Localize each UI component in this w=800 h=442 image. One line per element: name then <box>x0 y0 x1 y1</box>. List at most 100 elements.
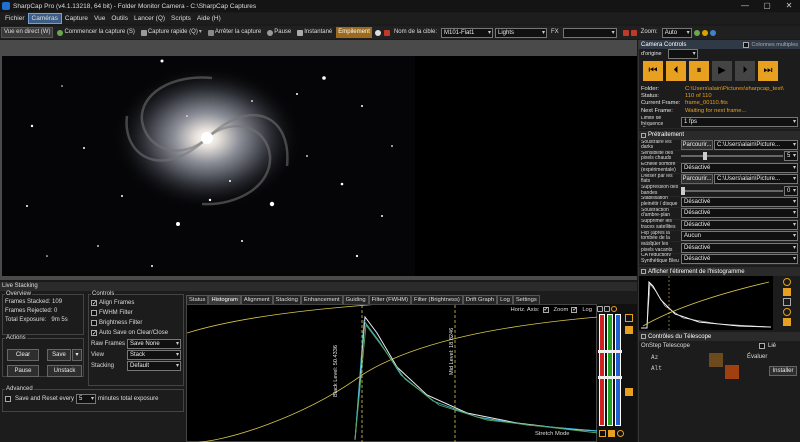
multi-columns-checkbox[interactable] <box>742 41 749 48</box>
histogram-tool-icon[interactable] <box>622 29 629 36</box>
stretch-save-icon[interactable] <box>782 318 791 327</box>
tool-icon[interactable] <box>630 29 637 36</box>
menu-file[interactable]: Fichier <box>2 13 28 24</box>
save-options-icon[interactable]: ▾ <box>72 349 82 361</box>
tab-guiding[interactable]: Guiding <box>342 295 369 304</box>
histogram-grid-icon[interactable] <box>604 306 610 312</box>
menu-view[interactable]: Vue <box>91 13 108 24</box>
stretch-lock-icon[interactable] <box>782 298 791 307</box>
menu-cameras[interactable]: Caméras <box>27 13 62 24</box>
tab-enhancement[interactable]: Enhancement <box>300 295 343 304</box>
play-icon[interactable]: ▶ <box>712 61 732 81</box>
clear-button[interactable]: Clear <box>7 349 39 361</box>
close-icon[interactable]: ✕ <box>778 0 800 12</box>
raw-frames-select[interactable]: Save None <box>127 339 181 349</box>
color-balance-icon[interactable] <box>625 326 633 334</box>
stretch-undo-icon[interactable] <box>782 308 791 317</box>
darks-path-select[interactable]: C:\Users\alain\Picture... <box>714 140 798 150</box>
brightness-filter-checkbox[interactable] <box>91 320 97 326</box>
pause-button[interactable]: Pause <box>265 27 293 38</box>
last-frame-icon[interactable]: ⏭ <box>758 61 778 81</box>
maximize-icon[interactable]: ▢ <box>756 0 778 12</box>
black-level-handle[interactable] <box>598 376 622 379</box>
collapse-icon[interactable] <box>641 334 646 340</box>
red-channel-slider[interactable] <box>599 314 605 426</box>
target-name-select[interactable]: M101-Flat1 <box>441 27 493 38</box>
telescope-linked-checkbox[interactable] <box>759 343 765 350</box>
browse-flats-button[interactable]: Parcourir... <box>681 174 713 185</box>
view-select[interactable]: Stack <box>127 350 181 360</box>
banding-value[interactable]: 0 <box>784 185 798 196</box>
pause-stacking-button[interactable]: Pause <box>7 365 39 377</box>
next-frame-icon[interactable]: ⏵ <box>735 61 755 81</box>
tab-stacking[interactable]: Stacking <box>272 295 301 304</box>
green-tool-icon[interactable] <box>693 29 700 36</box>
yellow-tool-icon[interactable] <box>701 29 708 36</box>
snapshot-button[interactable]: Instantané <box>295 27 334 38</box>
stretch-reset-icon[interactable] <box>782 278 791 287</box>
tab-settings[interactable]: Settings <box>512 295 540 304</box>
ca-reduction-select[interactable]: Désactivé <box>681 253 798 264</box>
histogram-reset-icon[interactable] <box>611 306 617 312</box>
live-view-button[interactable]: Vue en direct (W) <box>1 27 54 38</box>
hot-pixel-value[interactable]: 5 <box>784 151 798 162</box>
hot-pixel-slider[interactable] <box>681 152 783 161</box>
save-reset-checkbox[interactable] <box>5 396 11 402</box>
stabilisation-select[interactable]: Désactivé <box>681 196 798 207</box>
fx-select[interactable] <box>562 27 617 38</box>
stacking-select[interactable]: Default <box>127 361 181 371</box>
auto-stretch-icon[interactable] <box>625 388 633 396</box>
tab-status[interactable]: Status <box>186 295 209 304</box>
menu-scripts[interactable]: Scripts <box>168 13 194 24</box>
start-capture-button[interactable]: Commencer la capture (S) <box>55 27 136 38</box>
star-icon[interactable] <box>608 430 615 437</box>
move-icon[interactable] <box>599 430 606 437</box>
save-reset-minutes[interactable]: 5 <box>76 394 97 404</box>
fwhm-filter-checkbox[interactable] <box>91 310 97 316</box>
tab-drift-graph[interactable]: Drift Graph <box>462 295 498 304</box>
tab-filter-fwhm[interactable]: Filter (FWHM) <box>368 295 412 304</box>
previous-frame-icon[interactable]: ⏴ <box>666 61 686 81</box>
histogram-chart[interactable]: Horiz. Axis: Zoom Log Black Level: 50.43… <box>186 292 599 442</box>
slew-right-icon[interactable] <box>725 365 739 380</box>
histogram-settings-icon[interactable] <box>597 306 603 312</box>
refresh-icon[interactable] <box>617 430 624 437</box>
flip-select[interactable]: Aucun <box>681 231 798 242</box>
tab-filter-brightness[interactable]: Filter (Brightness) <box>411 295 463 304</box>
blue-channel-slider[interactable] <box>615 314 621 426</box>
frame-type-select[interactable]: Lights <box>495 27 547 38</box>
image-viewer[interactable] <box>0 40 637 280</box>
camera-controls-header[interactable]: Camera Controls Colonnes multiples <box>639 40 800 49</box>
origin-select[interactable] <box>667 48 698 59</box>
collapse-icon[interactable] <box>641 269 646 275</box>
slew-up-icon[interactable] <box>709 353 723 368</box>
browse-darks-button[interactable]: Parcourir... <box>681 140 713 150</box>
menu-help[interactable]: Aide (H) <box>194 13 224 24</box>
telescope-header[interactable]: Contrôles du Télescope <box>639 332 800 342</box>
zoom-checkbox[interactable] <box>542 306 549 313</box>
unstack-button[interactable]: Unstack <box>47 365 82 377</box>
satellite-trails-select[interactable]: Désactivé <box>681 219 798 230</box>
menu-tools[interactable]: Outils <box>108 13 131 24</box>
vacant-pixels-select[interactable]: Désactivé <box>681 242 798 253</box>
preprocessing-header[interactable]: Prétraitement <box>639 130 800 140</box>
save-button[interactable]: Save <box>47 349 71 361</box>
tab-histogram[interactable]: Histogram <box>208 295 241 304</box>
log-checkbox[interactable] <box>571 306 577 313</box>
auto-save-checkbox[interactable] <box>91 329 97 339</box>
menu-launch[interactable]: Lancer (Q) <box>131 13 168 24</box>
dark-scale-select[interactable]: Désactivé <box>681 162 798 173</box>
first-frame-icon[interactable]: ⏮ <box>643 61 663 81</box>
pause-playback-icon[interactable]: ⏸ <box>689 61 709 81</box>
stretch-auto-icon[interactable] <box>782 288 791 297</box>
mid-level-handle[interactable] <box>598 350 622 353</box>
zoom-select[interactable]: Auto <box>661 27 692 38</box>
banding-slider[interactable] <box>681 186 783 195</box>
menu-capture[interactable]: Capture <box>62 13 91 24</box>
flats-path-select[interactable]: C:\Users\alain\Picture... <box>714 174 798 185</box>
align-frames-checkbox[interactable] <box>91 299 97 309</box>
blue-tool-icon[interactable] <box>709 29 716 36</box>
tab-alignment[interactable]: Alignment <box>240 295 273 304</box>
install-button[interactable]: Installer <box>769 366 797 377</box>
tab-log[interactable]: Log <box>497 295 513 304</box>
